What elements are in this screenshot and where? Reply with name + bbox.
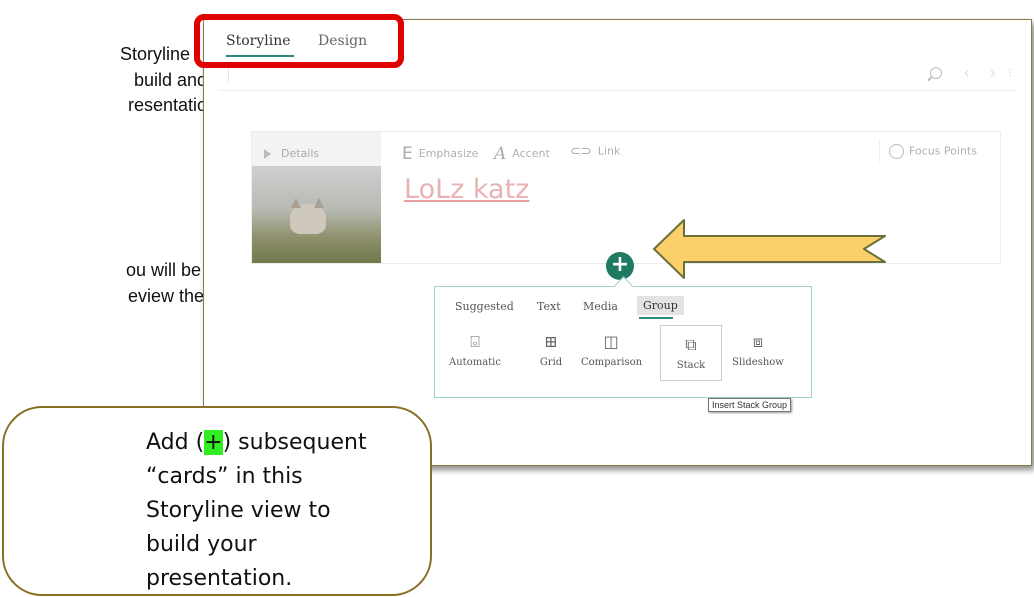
callout-line-4: build your — [146, 532, 257, 557]
link-label: Link — [597, 144, 621, 158]
insert-card-panel: Suggested Text Media Group ⌻ Automatic ⊞ G… — [434, 276, 812, 398]
option-comparison[interactable]: ◫ Comparison — [581, 323, 643, 368]
option-label: Stack — [676, 360, 706, 371]
accent-icon: A — [494, 144, 507, 164]
sway-window: Storyline Design ‹ › ⁝ Details E Emphasiz… — [203, 19, 1032, 466]
accent-button[interactable]: A Accent — [494, 144, 550, 164]
callout-line-1: Add (+) subsequent — [146, 426, 367, 460]
emphasize-button[interactable]: E Emphasize — [402, 144, 478, 164]
focus-points-icon — [889, 144, 904, 159]
tabs-highlight-box — [194, 14, 404, 68]
option-slideshow[interactable]: ⧈ Slideshow — [728, 323, 788, 368]
grid-icon: ⊞ — [544, 332, 558, 351]
details-toggle[interactable]: Details — [264, 147, 319, 160]
comparison-icon: ◫ — [603, 332, 619, 351]
option-grid[interactable]: ⊞ Grid — [521, 323, 581, 368]
card-details-panel: Details — [252, 132, 381, 263]
search-cursor — [228, 67, 229, 83]
bg-text-review: eview the — [128, 286, 205, 306]
link-icon: ⊂⊃ — [570, 144, 592, 159]
active-tab-indicator — [639, 317, 673, 319]
cat-image[interactable] — [252, 166, 381, 263]
callout-line-5: presentation. — [146, 566, 293, 591]
more-icon[interactable]: ⁝ — [1008, 66, 1012, 80]
add-card-button[interactable]: + — [606, 252, 634, 280]
focus-points-button[interactable]: Focus Points — [889, 144, 977, 159]
callout-prefix: Add ( — [146, 430, 205, 455]
chevron-left-icon[interactable]: ‹ — [964, 63, 970, 82]
details-label: Details — [281, 147, 320, 160]
slideshow-icon: ⧈ — [752, 332, 764, 351]
option-label: Grid — [539, 357, 563, 368]
expand-triangle-icon — [264, 149, 271, 159]
option-automatic[interactable]: ⌻ Automatic — [445, 323, 505, 368]
accent-label: Accent — [512, 147, 550, 160]
callout-line-2: “cards” in this — [146, 464, 303, 489]
callout-text: Add (+) subsequent “cards” in this Story… — [146, 426, 367, 596]
option-label: Slideshow — [732, 357, 784, 368]
stack-icon: ⧉ — [685, 335, 697, 354]
pointer-arrow — [653, 219, 886, 279]
callout-line-3: Storyline view to — [146, 498, 331, 523]
bg-text-storyline: Storyline — [120, 44, 191, 64]
bg-text-you-will: ou will be — [126, 260, 202, 280]
emphasize-label: Emphasize — [418, 147, 479, 160]
automatic-icon: ⌻ — [470, 332, 480, 351]
callout-line-1-rest: ) subsequent — [222, 430, 367, 455]
tab-group[interactable]: Group — [637, 296, 684, 315]
tab-text[interactable]: Text — [537, 300, 561, 313]
title-card[interactable]: Details E Emphasize A Accent ⊂⊃ Link Focus … — [251, 131, 1001, 264]
option-label: Comparison — [581, 357, 643, 368]
link-button[interactable]: ⊂⊃ Link — [570, 144, 620, 159]
instruction-callout: Add (+) subsequent “cards” in this Story… — [2, 406, 432, 596]
option-stack[interactable]: ⧉ Stack — [660, 325, 722, 381]
search-icon[interactable] — [930, 67, 942, 79]
toolbar-divider — [879, 140, 880, 162]
focus-points-label: Focus Points — [909, 144, 977, 158]
emphasize-icon: E — [402, 144, 413, 164]
tab-media[interactable]: Media — [583, 300, 618, 313]
chevron-right-icon[interactable]: › — [990, 63, 996, 82]
plus-highlight: + — [204, 430, 223, 455]
stack-tooltip: Insert Stack Group — [708, 398, 792, 412]
card-title[interactable]: LoLz katz — [404, 174, 529, 205]
cat-ear — [314, 198, 324, 208]
tab-suggested[interactable]: Suggested — [455, 300, 514, 313]
cat-figure — [290, 204, 326, 234]
cat-ear — [291, 198, 301, 208]
bg-text-build: build and — [134, 70, 208, 90]
option-label: Automatic — [449, 357, 501, 368]
